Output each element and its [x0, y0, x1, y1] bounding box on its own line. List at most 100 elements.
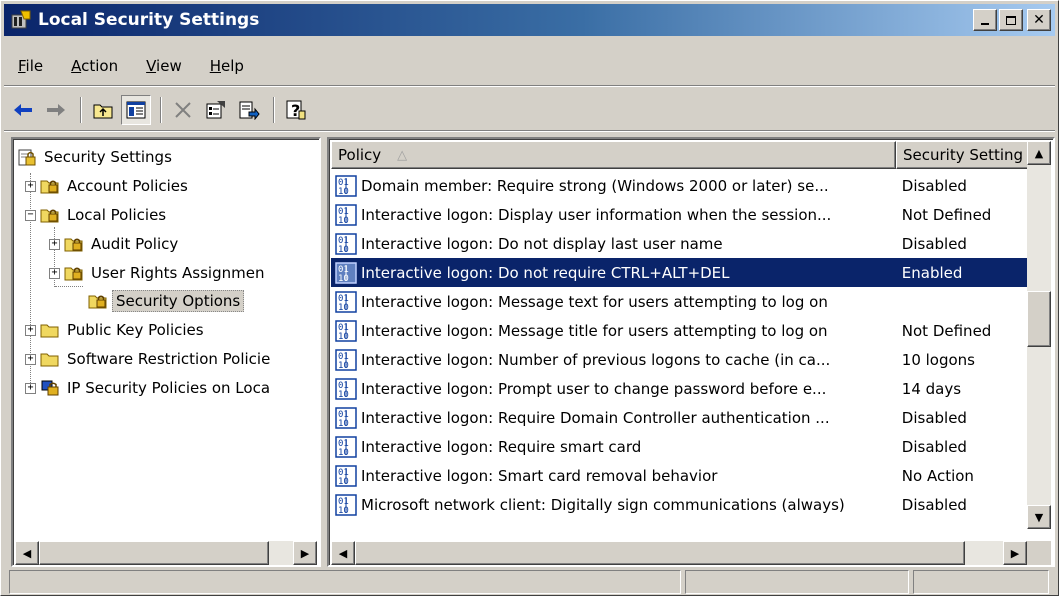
list-row[interactable]: 01 10 Interactive logon: Require Domain C… — [331, 403, 1031, 432]
expand-plus-icon[interactable]: + — [25, 324, 36, 336]
scroll-up-button[interactable]: ▲ — [1027, 141, 1051, 165]
column-header-security-setting[interactable]: Security Setting — [896, 141, 1029, 169]
list-row-selected[interactable]: 01 10 Interactive logon: Do not require C… — [331, 258, 1031, 287]
list-row[interactable]: 01 10 Interactive logon: Message text for… — [331, 287, 1031, 316]
scroll-right-button[interactable]: ▶ — [293, 541, 317, 565]
export-list-icon — [239, 101, 260, 120]
app-window: Local Security Settings ✕ File Action Vi… — [0, 0, 1059, 596]
toolbar-separator — [273, 97, 275, 123]
expand-plus-icon[interactable]: + — [25, 382, 36, 394]
tree-item-account-policies[interactable]: + Account Policies — [25, 174, 191, 198]
tree-item-audit-policy[interactable]: + Audit Policy — [49, 232, 181, 256]
policy-name: Interactive logon: Message title for use… — [361, 321, 828, 340]
scroll-left-button[interactable]: ◀ — [15, 541, 39, 565]
list-row[interactable]: 01 10 Interactive logon: Do not display l… — [331, 229, 1031, 258]
expand-plus-icon[interactable]: + — [25, 180, 36, 192]
expand-plus-icon[interactable]: + — [49, 267, 60, 279]
close-button[interactable]: ✕ — [1027, 9, 1051, 31]
show-hide-tree-button[interactable] — [121, 95, 151, 125]
svg-text:10: 10 — [338, 216, 349, 226]
tree-horizontal-scrollbar[interactable]: ◀ ▶ — [15, 541, 317, 565]
tree-item-ip-security-policies[interactable]: + IP Security Policies on Loca — [25, 376, 273, 400]
locked-folder-icon — [64, 267, 83, 281]
menu-separator — [4, 85, 1055, 87]
locked-folder-icon — [40, 180, 59, 194]
export-list-button[interactable] — [234, 95, 264, 125]
policy-name: Interactive logon: Do not require CTRL+A… — [361, 263, 730, 282]
properties-button[interactable] — [201, 95, 231, 125]
svg-text:10: 10 — [338, 390, 349, 400]
toolbar-separator-line — [4, 130, 1055, 132]
right-arrow-icon: ▶ — [1010, 546, 1020, 560]
forward-button[interactable] — [41, 95, 71, 125]
help-icon: ? — [286, 100, 306, 120]
menu-view[interactable]: View — [132, 57, 196, 75]
policy-setting: Disabled — [901, 408, 967, 427]
show-hide-tree-icon — [126, 101, 146, 119]
expand-plus-icon[interactable]: + — [25, 353, 36, 365]
policy-setting: Disabled — [901, 437, 967, 456]
list-row[interactable]: 01 10 Domain member: Require strong (Wind… — [331, 171, 1031, 200]
list-header: Policy △ Security Setting — [331, 141, 1029, 169]
menu-file[interactable]: File — [4, 57, 57, 75]
minimize-button[interactable] — [973, 9, 997, 31]
policy-name: Interactive logon: Require Domain Contro… — [361, 408, 830, 427]
scroll-left-button[interactable]: ◀ — [331, 541, 355, 565]
minimize-icon — [981, 23, 989, 25]
tree-item-security-options[interactable]: Security Options — [88, 289, 245, 313]
back-button[interactable] — [8, 95, 38, 125]
scroll-thumb[interactable] — [39, 541, 269, 565]
window-title: Local Security Settings — [38, 10, 260, 30]
security-settings-icon — [18, 149, 36, 166]
tree-item-public-key-policies[interactable]: + Public Key Policies — [25, 318, 207, 342]
list-row[interactable]: 01 10 Microsoft network client: Digitally… — [331, 490, 1031, 519]
scroll-down-button[interactable]: ▼ — [1027, 505, 1051, 529]
list-row[interactable]: 01 10 Interactive logon: Message title fo… — [331, 316, 1031, 345]
menu-help-accel: H — [209, 57, 221, 75]
maximize-button[interactable] — [999, 9, 1023, 31]
policy-icon: 0110 — [335, 290, 357, 313]
scroll-thumb[interactable] — [1027, 291, 1051, 347]
policy-setting: Not Defined — [901, 205, 992, 224]
tree-item-software-restriction-policies[interactable]: + Software Restriction Policie — [25, 347, 273, 371]
menu-help[interactable]: Help — [196, 57, 258, 75]
expand-plus-icon[interactable]: + — [49, 238, 60, 250]
policy-setting: Not Defined — [901, 321, 992, 340]
up-one-level-button[interactable] — [88, 95, 118, 125]
toolbar: ? — [4, 92, 314, 128]
title-bar[interactable]: Local Security Settings ✕ — [4, 4, 1055, 36]
list-row[interactable]: 01 10 Interactive logon: Smart card remov… — [331, 461, 1031, 490]
up-folder-icon — [93, 104, 113, 119]
sort-ascending-icon: △ — [397, 147, 408, 163]
menu-action-label: ction — [81, 57, 119, 75]
details-pane[interactable]: Policy △ Security Setting 01 10 Domain me… — [327, 137, 1055, 567]
policy-setting: Disabled — [901, 176, 967, 195]
tree-pane[interactable]: Security Settings + Account Policies − L… — [11, 137, 321, 567]
scroll-right-button[interactable]: ▶ — [1003, 541, 1027, 565]
list-vertical-scrollbar[interactable]: ▲ ▼ — [1027, 141, 1051, 529]
svg-text:10: 10 — [338, 332, 349, 342]
list-row[interactable]: 01 10 Interactive logon: Number of previo… — [331, 345, 1031, 374]
policy-icon: 0110 — [335, 377, 357, 400]
maximize-icon — [1006, 15, 1016, 25]
tree-item-local-policies[interactable]: − Local Policies — [25, 203, 169, 227]
list-row[interactable]: 01 10 Interactive logon: Require smart ca… — [331, 432, 1031, 461]
menu-view-label: iew — [156, 57, 182, 75]
list-row[interactable]: 01 10 Interactive logon: Prompt user to c… — [331, 374, 1031, 403]
list-row[interactable]: 01 10 Interactive logon: Display user inf… — [331, 200, 1031, 229]
tree-item-security-settings[interactable]: Security Settings — [17, 145, 175, 169]
menu-action[interactable]: Action — [57, 57, 132, 75]
left-arrow-icon: ◀ — [338, 546, 348, 560]
up-arrow-icon: ▲ — [1034, 146, 1044, 160]
menu-help-label: elp — [221, 57, 244, 75]
folder-icon — [40, 324, 59, 338]
list-horizontal-scrollbar[interactable]: ◀ ▶ — [331, 541, 1027, 565]
column-header-policy[interactable]: Policy △ — [331, 141, 896, 169]
policy-icon: 0110 — [335, 493, 357, 516]
help-button[interactable]: ? — [281, 95, 311, 125]
scroll-thumb[interactable] — [355, 541, 965, 565]
collapse-minus-icon[interactable]: − — [25, 209, 36, 221]
menu-file-label: ile — [25, 57, 44, 75]
tree-item-user-rights-assignment[interactable]: + User Rights Assignmen — [49, 261, 267, 285]
delete-button[interactable] — [168, 95, 198, 125]
